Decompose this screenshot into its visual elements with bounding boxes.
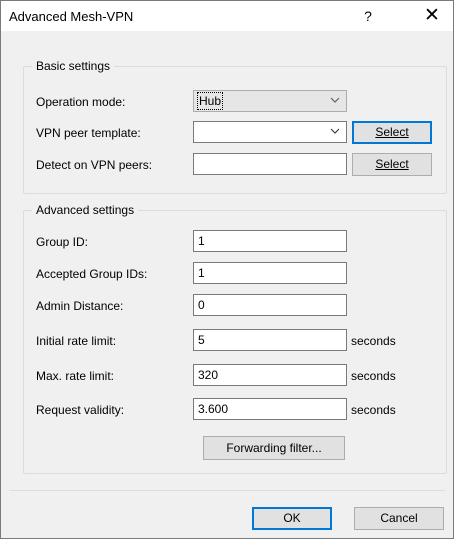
detect-on-vpn-peers-input[interactable] <box>193 153 347 175</box>
vpn-peer-template-select[interactable] <box>193 121 347 143</box>
advanced-settings-caption: Advanced settings <box>32 203 139 217</box>
operation-mode-select[interactable]: Hub <box>193 90 347 112</box>
admin-distance-label: Admin Distance: <box>36 299 124 313</box>
accepted-group-ids-input[interactable]: 1 <box>193 262 347 284</box>
window-title: Advanced Mesh-VPN <box>9 9 134 24</box>
ok-button[interactable]: OK <box>252 507 332 530</box>
request-validity-label: Request validity: <box>36 403 125 417</box>
advanced-mesh-vpn-dialog: Advanced Mesh-VPN ? ✕ Basic settings Ope… <box>0 0 454 539</box>
vpn-peer-template-select-button[interactable]: Select <box>352 121 432 144</box>
request-validity-unit: seconds <box>351 403 396 417</box>
initial-rate-limit-input[interactable]: 5 <box>193 329 347 351</box>
select-button-label: Select <box>375 125 409 139</box>
detect-on-vpn-peers-select-button[interactable]: Select <box>352 153 432 176</box>
cancel-button[interactable]: Cancel <box>354 507 444 530</box>
max-rate-limit-label: Max. rate limit: <box>36 369 115 383</box>
close-button[interactable]: ✕ <box>413 2 451 30</box>
initial-rate-limit-label: Initial rate limit: <box>36 334 117 348</box>
max-rate-limit-input[interactable]: 320 <box>193 364 347 386</box>
group-id-label: Group ID: <box>36 235 89 249</box>
initial-rate-limit-unit: seconds <box>351 334 396 348</box>
accepted-group-ids-label: Accepted Group IDs: <box>36 267 148 281</box>
detect-on-vpn-peers-label: Detect on VPN peers: <box>36 158 153 172</box>
select-button-label: Select <box>375 157 409 171</box>
operation-mode-value: Hub <box>196 92 224 110</box>
vpn-peer-template-label: VPN peer template: <box>36 126 141 140</box>
request-validity-input[interactable]: 3.600 <box>193 398 347 420</box>
chevron-down-icon <box>330 128 340 134</box>
title-bar[interactable]: Advanced Mesh-VPN ? ✕ <box>1 1 453 31</box>
group-id-input[interactable]: 1 <box>193 230 347 252</box>
forwarding-filter-button[interactable]: Forwarding filter... <box>203 436 345 460</box>
operation-mode-label: Operation mode: <box>36 95 126 109</box>
max-rate-limit-unit: seconds <box>351 369 396 383</box>
chevron-down-icon <box>330 97 340 103</box>
help-button[interactable]: ? <box>353 3 383 29</box>
admin-distance-input[interactable]: 0 <box>193 294 347 316</box>
basic-settings-caption: Basic settings <box>32 59 115 73</box>
footer-divider <box>9 490 445 491</box>
